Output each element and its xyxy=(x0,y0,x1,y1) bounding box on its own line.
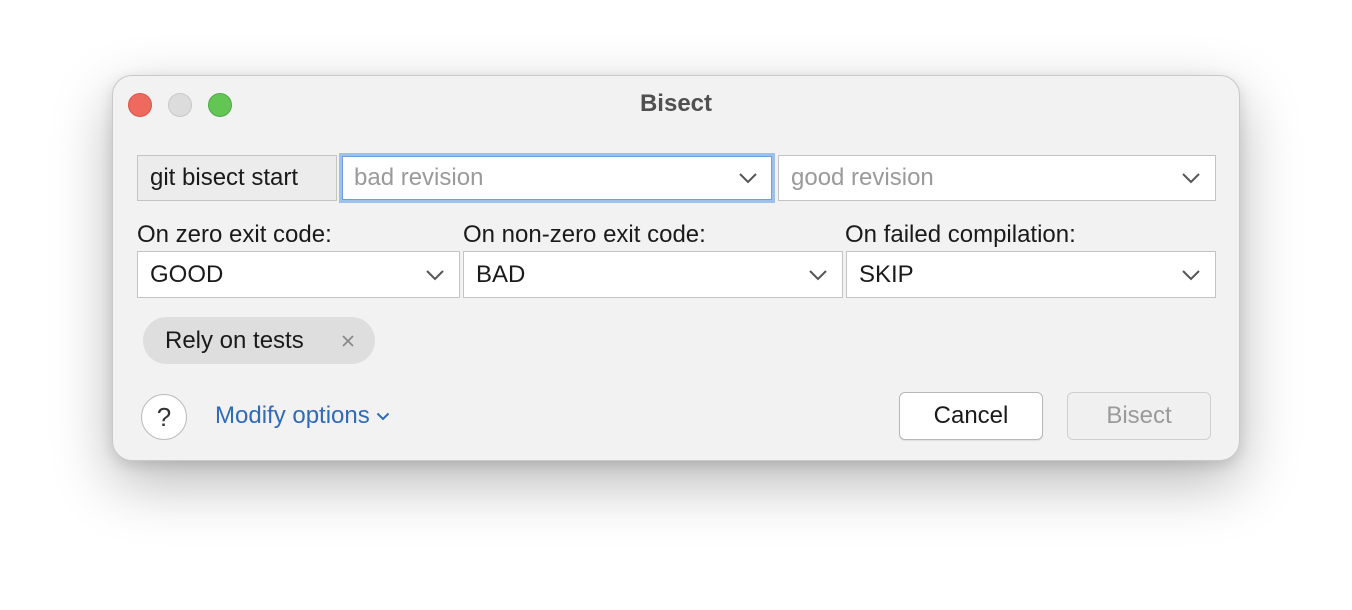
good-revision-placeholder: good revision xyxy=(791,164,934,191)
help-button[interactable]: ? xyxy=(141,394,187,440)
chevron-down-icon[interactable] xyxy=(425,269,445,281)
bisect-dialog: Bisect git bisect start bad revision goo… xyxy=(112,75,1240,461)
failed-compilation-label: On failed compilation: xyxy=(845,221,1076,248)
bad-revision-placeholder: bad revision xyxy=(354,164,484,191)
chevron-down-icon[interactable] xyxy=(808,269,828,281)
modify-options-label: Modify options xyxy=(215,402,370,429)
chevron-down-icon xyxy=(376,412,389,421)
non-zero-exit-code-select[interactable]: BAD xyxy=(463,251,843,298)
failed-compilation-value: SKIP xyxy=(859,261,914,288)
good-revision-combobox[interactable]: good revision xyxy=(778,155,1216,201)
bisect-button[interactable]: Bisect xyxy=(1067,392,1211,440)
chevron-down-icon[interactable] xyxy=(1181,172,1201,184)
cancel-button[interactable]: Cancel xyxy=(899,392,1043,440)
zero-exit-code-label: On zero exit code: xyxy=(137,221,332,248)
non-zero-exit-code-value: BAD xyxy=(476,261,526,288)
zero-exit-code-select[interactable]: GOOD xyxy=(137,251,460,298)
close-icon[interactable] xyxy=(341,334,355,348)
zero-exit-code-value: GOOD xyxy=(150,261,224,288)
chevron-down-icon[interactable] xyxy=(738,172,758,184)
chevron-down-icon[interactable] xyxy=(1181,269,1201,281)
command-prefix-label: git bisect start xyxy=(137,155,337,201)
modify-options-link[interactable]: Modify options xyxy=(215,402,390,430)
failed-compilation-select[interactable]: SKIP xyxy=(846,251,1216,298)
chip-label: Rely on tests xyxy=(165,327,304,354)
non-zero-exit-code-label: On non-zero exit code: xyxy=(463,221,706,248)
dialog-title: Bisect xyxy=(639,90,713,117)
rely-on-tests-chip: Rely on tests xyxy=(143,317,375,364)
bad-revision-combobox[interactable]: bad revision xyxy=(339,153,775,203)
question-icon: ? xyxy=(156,402,172,432)
